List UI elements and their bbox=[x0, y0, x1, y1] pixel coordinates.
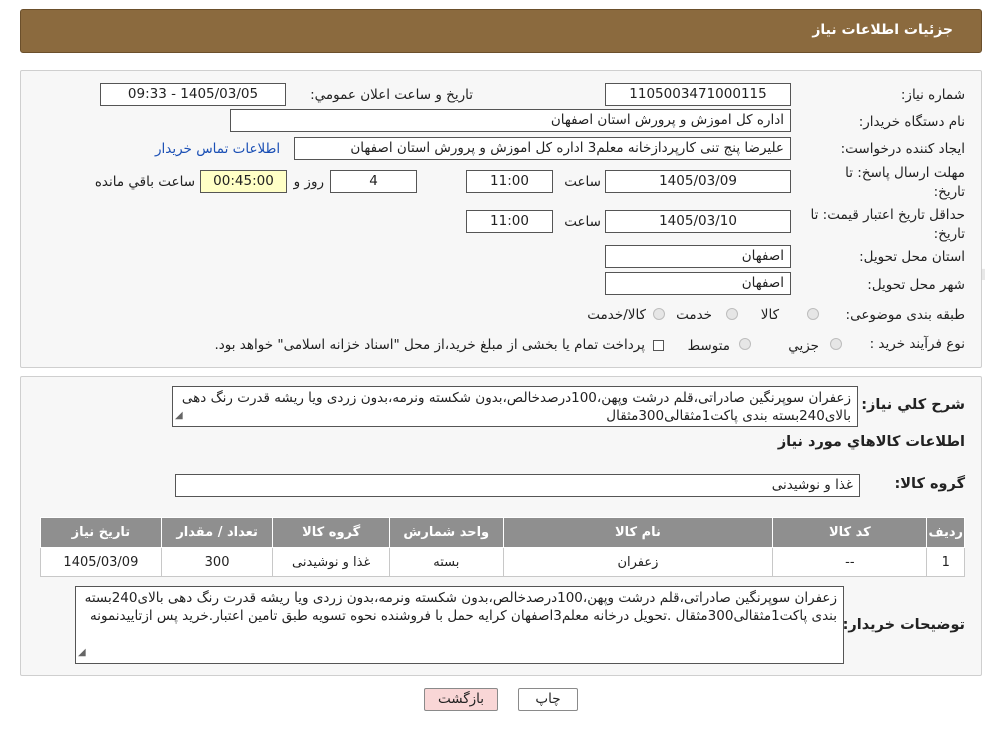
back-button[interactable]: بازگشت bbox=[424, 688, 498, 711]
items-table: ردیف کد کالا نام کالا واحد شمارش گروه کا… bbox=[40, 517, 965, 577]
category-goods-label: کالا bbox=[760, 307, 779, 323]
category-goods-service-label: کالا/خدمت bbox=[587, 307, 646, 323]
category-goods-service-radio[interactable] bbox=[653, 308, 665, 320]
resize-grip-icon[interactable]: ◢ bbox=[175, 407, 183, 425]
days-label: روز و bbox=[293, 174, 324, 190]
buyer-org-label: نام دستگاه خریدار: bbox=[858, 114, 965, 130]
resize-grip-icon[interactable]: ◢ bbox=[78, 644, 86, 662]
validity-time-field: 11:00 bbox=[466, 210, 553, 233]
announce-label: تاریخ و ساعت اعلان عمومي: bbox=[310, 87, 473, 103]
requester-field: علیرضا پنج تنی کارپردازخانه معلم3 اداره … bbox=[294, 137, 791, 160]
cell-date: 1405/03/09 bbox=[40, 547, 162, 577]
col-name-header: نام کالا bbox=[502, 517, 774, 548]
table-header-row: ردیف کد کالا نام کالا واحد شمارش گروه کا… bbox=[40, 517, 965, 548]
cell-name: زعفران bbox=[502, 547, 774, 577]
goods-info-title: اطلاعات كالاهاي مورد نياز bbox=[777, 434, 965, 450]
col-date-header: تاریخ نیاز bbox=[40, 517, 162, 548]
buyer-notes-textarea[interactable]: زعفران سوپرنگین صادراتی،قلم درشت وپهن،10… bbox=[75, 586, 844, 664]
remaining-time-field: 00:45:00 bbox=[200, 170, 287, 193]
cell-group: غذا و نوشیدنی bbox=[272, 547, 390, 577]
category-goods-radio[interactable] bbox=[807, 308, 819, 320]
validity-date-field: 1405/03/10 bbox=[605, 210, 791, 233]
process-partial-label: جزیي bbox=[788, 338, 819, 354]
province-field: اصفهان bbox=[605, 245, 791, 268]
category-label: طبقه بندی موضوعی: bbox=[845, 307, 965, 323]
print-button[interactable]: چاپ bbox=[518, 688, 578, 711]
days-field: 4 bbox=[330, 170, 417, 193]
summary-textarea[interactable]: زعفران سوپرنگین صادراتی،قلم درشت وپهن،10… bbox=[172, 386, 858, 427]
summary-text: زعفران سوپرنگین صادراتی،قلم درشت وپهن،10… bbox=[181, 390, 851, 424]
goods-group-label: گروه کالا: bbox=[894, 476, 965, 492]
category-service-label: خدمت bbox=[676, 307, 712, 323]
province-label: استان محل تحویل: bbox=[859, 249, 965, 265]
process-label: نوع فرآیند خرید : bbox=[869, 336, 965, 352]
cell-code: -- bbox=[772, 547, 928, 577]
need-number-field: 1105003471000115 bbox=[605, 83, 791, 106]
col-qty-header: تعداد / مقدار bbox=[160, 517, 274, 548]
process-medium-radio[interactable] bbox=[739, 338, 751, 350]
deadline-label: مهلت ارسال پاسخ: تا bbox=[845, 165, 965, 181]
table-row: 1 -- زعفران بسته غذا و نوشیدنی 300 1405/… bbox=[40, 547, 965, 577]
announce-field: 1405/03/05 - 09:33 bbox=[100, 83, 286, 106]
goods-group-field: غذا و نوشیدنی bbox=[175, 474, 860, 497]
cell-row: 1 bbox=[926, 547, 965, 577]
deadline-label-date: تاریخ: bbox=[933, 184, 965, 200]
validity-time-label: ساعت bbox=[564, 214, 601, 230]
buyer-contact-link[interactable]: اطلاعات تماس خریدار bbox=[155, 141, 280, 157]
treasury-checkbox[interactable] bbox=[653, 340, 664, 351]
process-partial-radio[interactable] bbox=[830, 338, 842, 350]
remaining-label: ساعت باقي مانده bbox=[94, 174, 195, 190]
cell-qty: 300 bbox=[160, 547, 274, 577]
buyer-notes-text: زعفران سوپرنگین صادراتی،قلم درشت وپهن،10… bbox=[84, 590, 837, 624]
treasury-note: پرداخت تمام یا بخشی از مبلغ خرید،از محل … bbox=[214, 337, 645, 353]
cell-unit: بسته bbox=[388, 547, 504, 577]
buyer-notes-label: توضیحات خریدار: bbox=[842, 617, 965, 633]
process-medium-label: متوسط bbox=[687, 338, 730, 354]
col-code-header: کد کالا bbox=[772, 517, 928, 548]
validity-label-date: تاریخ: bbox=[933, 226, 965, 242]
deadline-time-field: 11:00 bbox=[466, 170, 553, 193]
buyer-org-field: اداره کل اموزش و پرورش استان اصفهان bbox=[230, 109, 791, 132]
page-header: جزئیات اطلاعات نیاز bbox=[20, 9, 982, 53]
city-label: شهر محل تحویل: bbox=[867, 277, 965, 293]
col-group-header: گروه کالا bbox=[272, 517, 390, 548]
need-number-label: شماره نیاز: bbox=[900, 87, 965, 103]
deadline-date-field: 1405/03/09 bbox=[605, 170, 791, 193]
deadline-time-label: ساعت bbox=[564, 174, 601, 190]
page-title: جزئیات اطلاعات نیاز bbox=[812, 22, 953, 38]
category-service-radio[interactable] bbox=[726, 308, 738, 320]
validity-label: حداقل تاریخ اعتبار قیمت: تا bbox=[810, 207, 965, 223]
col-unit-header: واحد شمارش bbox=[388, 517, 504, 548]
requester-label: ایجاد کننده درخواست: bbox=[840, 141, 965, 157]
summary-label: شرح كلي نياز: bbox=[861, 397, 965, 413]
city-field: اصفهان bbox=[605, 272, 791, 295]
col-row-header: ردیف bbox=[926, 517, 965, 548]
